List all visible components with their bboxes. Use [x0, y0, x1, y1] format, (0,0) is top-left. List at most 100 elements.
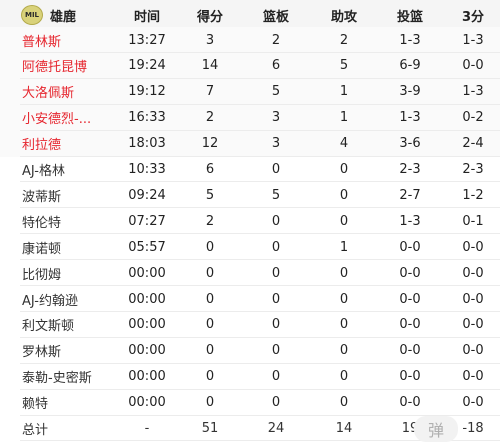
player-row[interactable]: 阿德托昆博 19:24 14 6 5 6-9 0-0 [0, 52, 500, 79]
minutes: 19:24 [128, 58, 166, 74]
field-goals: 1-3 [399, 32, 421, 48]
assists: 5 [339, 58, 349, 74]
minutes: 07:27 [128, 213, 166, 229]
assists: 0 [339, 317, 349, 333]
total-assists: 14 [335, 421, 353, 436]
points: 0 [205, 317, 215, 333]
three-pointers: 0-2 [462, 110, 484, 126]
minutes: 16:33 [128, 110, 166, 126]
player-name[interactable]: AJ-约翰逊 [0, 286, 120, 312]
three-pointers: 0-0 [462, 58, 484, 74]
rebounds: 0 [271, 265, 281, 281]
rebounds: 2 [271, 32, 281, 48]
col-header-rebounds[interactable]: 篮板 [244, 0, 308, 30]
player-name[interactable]: 利拉德 [0, 131, 120, 157]
minutes: 10:33 [128, 162, 166, 177]
three-pointers: 1-2 [462, 187, 484, 203]
minutes: 00:00 [128, 265, 166, 281]
field-goals: 0-0 [399, 317, 421, 333]
col-header-assists[interactable]: 助攻 [313, 0, 375, 30]
player-row[interactable]: 罗林斯 00:00 0 0 0 0-0 0-0 [0, 338, 500, 364]
player-name[interactable]: 赖特 [0, 390, 120, 416]
field-goals: 0-0 [399, 291, 421, 307]
player-name[interactable]: 阿德托昆博 [0, 53, 120, 79]
player-name[interactable]: 利文斯顿 [0, 312, 120, 338]
team-logo-icon: MIL [21, 5, 43, 25]
player-name[interactable]: AJ-格林 [0, 157, 120, 183]
points: 0 [205, 239, 215, 255]
player-name[interactable]: 比彻姆 [0, 260, 120, 286]
field-goals: 0-0 [399, 369, 421, 385]
field-goals: 1-3 [399, 110, 421, 126]
minutes: 00:00 [128, 395, 166, 411]
three-pointers: 0-0 [462, 395, 484, 411]
minutes: 00:00 [128, 369, 166, 385]
player-row[interactable]: 波蒂斯 09:24 5 5 0 2-7 1-2 [0, 182, 500, 208]
player-row[interactable]: 大洛佩斯 19:12 7 5 1 3-9 1-3 [0, 78, 500, 105]
player-row[interactable]: 赖特 00:00 0 0 0 0-0 0-0 [0, 390, 500, 416]
rebounds: 0 [271, 343, 281, 359]
assists: 0 [339, 395, 349, 411]
player-name[interactable]: 康诺顿 [0, 234, 120, 260]
points: 0 [205, 265, 215, 281]
field-goals: 2-3 [399, 162, 421, 177]
player-name[interactable]: 波蒂斯 [0, 182, 120, 208]
assists: 1 [339, 110, 349, 126]
col-header-field-goals[interactable]: 投篮 [380, 0, 440, 30]
points: 0 [205, 395, 215, 411]
rebounds: 3 [271, 136, 281, 152]
player-name[interactable]: 大洛佩斯 [0, 79, 120, 105]
points: 0 [205, 369, 215, 385]
player-row[interactable]: 利拉德 18:03 12 3 4 3-6 2-4 [0, 130, 500, 157]
player-row[interactable]: 特伦特 07:27 2 0 0 1-3 0-1 [0, 208, 500, 234]
player-row[interactable]: 普林斯 13:27 3 2 2 1-3 1-3 [0, 27, 500, 53]
rebounds: 5 [271, 187, 281, 203]
three-pointers: 0-1 [462, 213, 484, 229]
field-goals: 6-9 [399, 58, 421, 74]
assists: 0 [339, 343, 349, 359]
points: 3 [205, 32, 215, 48]
points: 6 [205, 162, 215, 177]
minutes: 00:00 [128, 343, 166, 359]
minutes: 00:00 [128, 317, 166, 333]
assists: 0 [339, 291, 349, 307]
field-goals: 1-3 [399, 213, 421, 229]
minutes: 09:24 [128, 187, 166, 203]
points: 12 [201, 136, 219, 152]
player-row[interactable]: AJ-格林 10:33 6 0 0 2-3 2-3 [0, 157, 500, 183]
player-row[interactable]: 小安德烈-... 16:33 2 3 1 1-3 0-2 [0, 104, 500, 131]
player-row[interactable]: AJ-约翰逊 00:00 0 0 0 0-0 0-0 [0, 286, 500, 312]
rebounds: 0 [271, 369, 281, 385]
three-pointers: 0-0 [462, 291, 484, 307]
team-name: 雄鹿 [50, 9, 77, 25]
player-row[interactable]: 康诺顿 05:57 0 0 1 0-0 0-0 [0, 234, 500, 260]
field-goals: 2-7 [399, 187, 421, 203]
assists: 0 [339, 187, 349, 203]
assists: 4 [339, 136, 349, 152]
field-goals: 3-6 [399, 136, 421, 152]
player-name[interactable]: 特伦特 [0, 208, 120, 234]
player-row[interactable]: 比彻姆 00:00 0 0 0 0-0 0-0 [0, 260, 500, 286]
player-name[interactable]: 罗林斯 [0, 338, 120, 364]
three-pointers: 0-0 [462, 239, 484, 255]
assists: 0 [339, 265, 349, 281]
col-header-points[interactable]: 得分 [182, 0, 238, 30]
player-name[interactable]: 小安德烈-... [0, 105, 120, 131]
three-pointers: 2-3 [462, 162, 484, 177]
assists: 0 [339, 162, 349, 177]
col-header-time[interactable]: 时间 [118, 0, 176, 30]
three-pointers: 1-3 [462, 84, 484, 100]
player-row[interactable]: 利文斯顿 00:00 0 0 0 0-0 0-0 [0, 312, 500, 338]
player-name[interactable]: 泰勒-史密斯 [0, 364, 120, 390]
col-header-three-pointers[interactable]: 3分 [446, 0, 500, 30]
assists: 2 [339, 32, 349, 48]
assists: 0 [339, 213, 349, 229]
danmaku-watermark[interactable]: 弹 [414, 416, 458, 442]
assists: 0 [339, 369, 349, 385]
player-name[interactable]: 普林斯 [0, 27, 120, 53]
points: 14 [201, 58, 219, 74]
player-row[interactable]: 泰勒-史密斯 00:00 0 0 0 0-0 0-0 [0, 364, 500, 390]
field-goals: 0-0 [399, 265, 421, 281]
total-points: 51 [201, 421, 219, 436]
rebounds: 0 [271, 291, 281, 307]
